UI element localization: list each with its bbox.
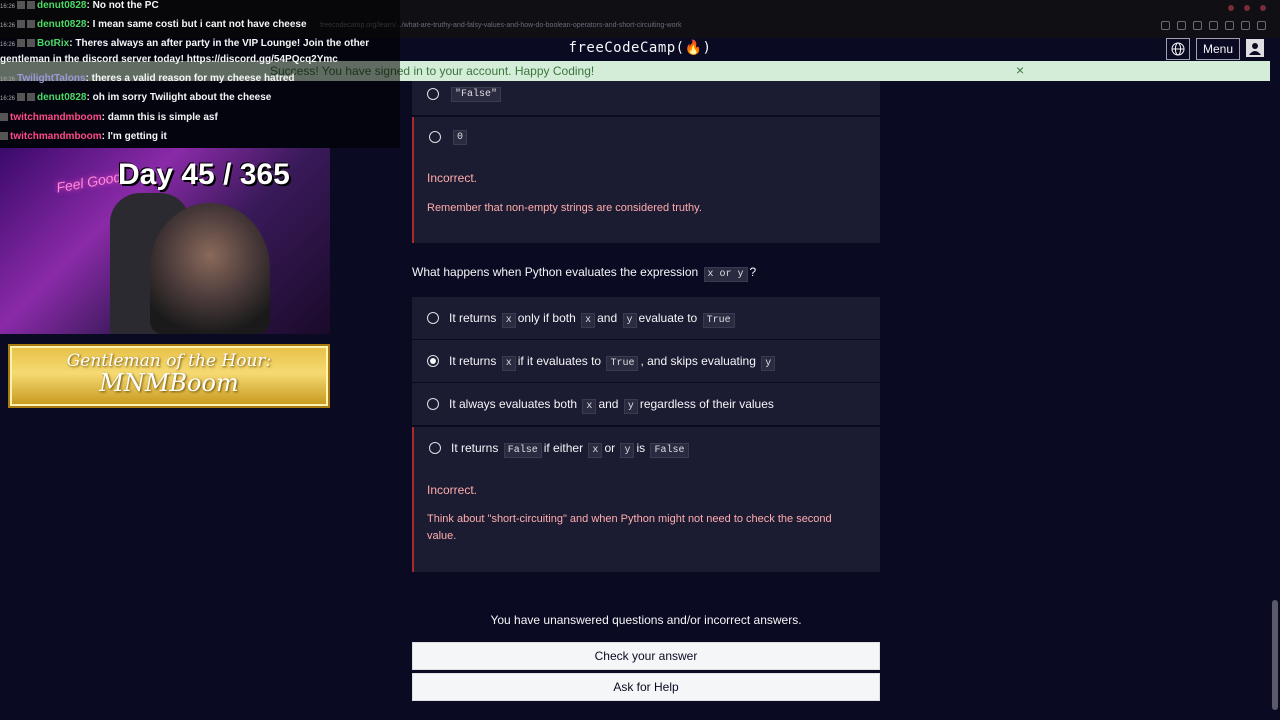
gentleman-of-the-hour-banner: Gentleman of the Hour: MNMBoom — [10, 346, 328, 406]
answer-option[interactable]: It returns x only if both x and y evaluate … — [412, 297, 880, 339]
badge-icon — [17, 20, 26, 29]
streamer — [150, 203, 270, 334]
zoom-icon[interactable] — [1161, 21, 1170, 30]
flash-close-button[interactable]: × — [1016, 62, 1024, 78]
feedback-incorrect: Incorrect. — [427, 171, 478, 185]
radio-button[interactable] — [429, 131, 441, 143]
chat-message-continued: gentleman in the discord server today! h… — [0, 54, 338, 65]
badge-icon — [0, 132, 8, 141]
question-code: x or y — [703, 267, 748, 282]
option-text: It returns False if either x or y is False — [451, 441, 691, 458]
window-controls — [1228, 5, 1266, 11]
answer-option-incorrect[interactable]: 0 — [412, 117, 880, 243]
badge-icon — [27, 93, 36, 102]
page-scrollbar[interactable] — [1272, 600, 1278, 710]
banner-title: Gentleman of the Hour: — [66, 351, 272, 371]
close-window-icon[interactable] — [1260, 5, 1266, 11]
question-text: What happens when Python evaluates the e… — [412, 265, 757, 282]
answer-option[interactable]: "False" — [412, 81, 880, 115]
ai-icon[interactable] — [1257, 21, 1266, 30]
radio-button[interactable] — [427, 88, 439, 100]
feedback-hint: Remember that non-empty strings are cons… — [427, 202, 702, 214]
user-avatar-icon — [1249, 43, 1261, 55]
tab-icon[interactable] — [1193, 21, 1202, 30]
stream-chat-overlay: 16:26 denut0828: No not the PC 16:26 denut… — [0, 0, 400, 148]
language-button[interactable] — [1166, 38, 1190, 60]
badge-icon — [27, 39, 36, 48]
option-code: 0 — [453, 129, 468, 145]
pin-icon[interactable] — [1177, 21, 1186, 30]
option-text: It always evaluates both x and y regardles… — [449, 396, 774, 414]
option-text: It returns x only if both x and y evaluate … — [449, 311, 737, 328]
heart-icon[interactable] — [1225, 21, 1234, 30]
avatar[interactable] — [1246, 39, 1264, 57]
chat-message: 16:26 denut0828: No not the PC — [0, 0, 159, 11]
feedback-hint: Think about "short-circuiting" and when … — [427, 513, 832, 542]
ask-for-help-button[interactable]: Ask for Help — [412, 673, 880, 701]
badge-icon — [27, 20, 36, 29]
chat-message: twitchmandmboom: damn this is simple asf — [0, 112, 218, 123]
answer-option-selected[interactable]: It returns x if it evaluates to True, and… — [412, 340, 880, 382]
webcam-feed: Feel Good Day 45 / 365 — [0, 148, 330, 334]
badge-icon — [17, 93, 26, 102]
minimize-icon[interactable] — [1228, 5, 1234, 11]
profile-icon[interactable] — [1241, 21, 1250, 30]
badge-icon — [17, 1, 26, 10]
option-code: "False" — [451, 86, 502, 102]
badge-icon — [0, 113, 8, 122]
radio-button[interactable] — [427, 398, 439, 410]
question-prefix: What happens when Python evaluates the e… — [412, 265, 699, 279]
status-message: You have unanswered questions and/or inc… — [490, 613, 802, 627]
check-answer-button[interactable]: Check your answer — [412, 642, 880, 670]
menu-button[interactable]: Menu — [1196, 38, 1240, 60]
badge-icon — [17, 39, 26, 48]
play-icon[interactable] — [1209, 21, 1218, 30]
chat-message: 16:26 BotRix: Theres always an after part… — [0, 38, 370, 49]
browser-extension-icons — [1161, 21, 1266, 30]
maximize-icon[interactable] — [1244, 5, 1250, 11]
answer-option-incorrect[interactable]: It returns False if either x or y is False — [412, 427, 880, 572]
radio-button[interactable] — [429, 442, 441, 454]
question-suffix: ? — [749, 265, 757, 279]
globe-icon — [1171, 42, 1185, 56]
banner-name: MNMBoom — [99, 369, 239, 397]
radio-button[interactable] — [427, 312, 439, 324]
badge-icon — [27, 1, 36, 10]
feedback-incorrect: Incorrect. — [427, 483, 478, 497]
radio-button-checked[interactable] — [427, 355, 439, 367]
chat-message: 16:26 denut0828: I mean same costi but i … — [0, 19, 307, 30]
option-text: It returns x if it evaluates to True, and… — [449, 354, 777, 371]
answer-option[interactable]: It always evaluates both x and y regardles… — [412, 383, 880, 425]
neon-sign: Feel Good — [55, 168, 123, 196]
chat-message: 16:26 TwilightTalons: theres a valid reas… — [0, 73, 295, 84]
chat-message: twitchmandmboom: I'm getting it — [0, 131, 167, 142]
chat-message: 16:26 denut0828: oh im sorry Twilight abo… — [0, 92, 272, 103]
day-counter: Day 45 / 365 — [118, 158, 290, 191]
